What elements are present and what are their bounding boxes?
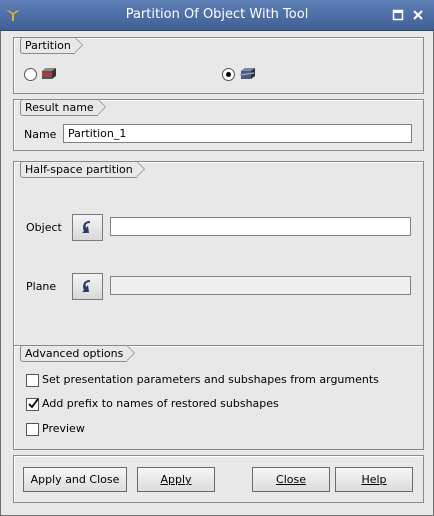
selection-arrow-icon bbox=[82, 221, 90, 233]
checkmark-icon bbox=[28, 398, 39, 409]
preview-checkbox[interactable] bbox=[26, 423, 39, 436]
select-object-button[interactable] bbox=[72, 214, 103, 241]
help-label: Help bbox=[361, 473, 387, 486]
button-bar: Apply and Close Apply Close Help bbox=[13, 455, 424, 503]
advanced-options-group: Advanced options Set presentation parame… bbox=[13, 345, 424, 450]
apply-and-close-label: Apply and Close bbox=[30, 473, 120, 486]
add-prefix-checkbox[interactable] bbox=[26, 398, 39, 411]
add-prefix-label: Add prefix to names of restored subshape… bbox=[42, 397, 279, 410]
partition-group-title: Partition bbox=[20, 37, 83, 54]
partition-group: Partition bbox=[13, 37, 424, 94]
dialog-body: Partition Result name Name Partition_1 H… bbox=[0, 31, 434, 516]
select-plane-button[interactable] bbox=[72, 273, 103, 300]
preview-label: Preview bbox=[42, 422, 85, 435]
plane-label: Plane bbox=[26, 280, 57, 293]
plane-input[interactable] bbox=[110, 276, 411, 295]
close-window-icon[interactable] bbox=[410, 7, 426, 23]
presentation-params-label: Set presentation parameters and subshape… bbox=[42, 373, 379, 386]
presentation-params-checkbox[interactable] bbox=[26, 374, 39, 387]
maximize-icon[interactable] bbox=[390, 7, 406, 23]
partition-type-radio-1[interactable] bbox=[24, 68, 37, 81]
result-name-group-title: Result name bbox=[20, 99, 106, 116]
name-label: Name bbox=[24, 128, 57, 141]
close-label: Close bbox=[276, 473, 306, 486]
apply-label: Apply bbox=[160, 473, 192, 486]
window-title: Partition Of Object With Tool bbox=[125, 7, 309, 22]
partition-type-radio-2[interactable] bbox=[222, 68, 235, 81]
close-button[interactable]: Close bbox=[252, 467, 330, 492]
partition-halfspace-icon bbox=[239, 68, 255, 79]
help-button[interactable]: Help bbox=[335, 467, 413, 492]
selection-arrow-icon bbox=[82, 280, 90, 292]
object-label: Object bbox=[26, 221, 62, 234]
object-input[interactable] bbox=[110, 217, 411, 236]
partition-solid-icon bbox=[42, 68, 56, 79]
title-bar: Partition Of Object With Tool bbox=[0, 0, 434, 31]
halfspace-group-title: Half-space partition bbox=[20, 161, 145, 178]
result-name-input[interactable]: Partition_1 bbox=[63, 124, 412, 143]
halfspace-group: Half-space partition Object Plane bbox=[13, 161, 424, 370]
apply-button[interactable]: Apply bbox=[137, 467, 215, 492]
apply-and-close-button[interactable]: Apply and Close bbox=[23, 467, 127, 492]
advanced-options-group-title: Advanced options bbox=[20, 345, 136, 362]
result-name-group: Result name Name Partition_1 bbox=[13, 99, 424, 151]
